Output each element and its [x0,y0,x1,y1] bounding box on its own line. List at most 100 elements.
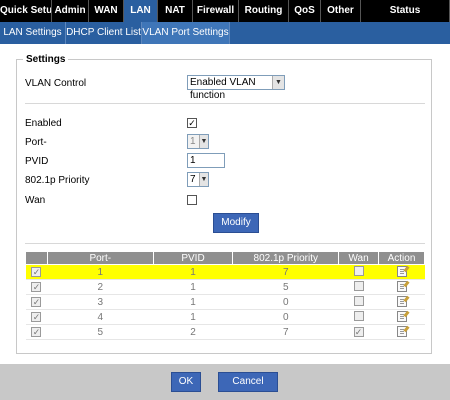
row-select-cell [25,264,48,280]
port-row: Port- 1 ▼ [25,134,425,152]
row-select-checkbox[interactable] [31,281,42,292]
pvid-row: PVID [25,153,425,171]
divider [25,103,425,104]
tab-nat[interactable]: NAT [158,0,193,22]
action-cell [378,309,425,325]
column-header-pvid: PVID [152,251,234,265]
pvid-cell: 1 [153,279,233,295]
pvid-cell: 1 [153,309,233,325]
vlan-control-label: VLAN Control [25,78,87,89]
priority-cell: 7 [232,264,339,280]
vlan-control-select[interactable]: Enabled VLAN function ▼ [187,75,285,101]
column-header-priority: 802.1p Priority [232,251,340,265]
row-select-cell [25,324,48,340]
priority-value: 7 [190,174,196,185]
pvid-input[interactable] [187,153,225,168]
wan-checkbox[interactable] [187,195,197,205]
action-cell [378,264,425,280]
wan-cell [338,309,379,325]
table-row[interactable]: 527 [25,324,425,340]
priority-row: 802.1p Priority 7 ▼ [25,172,425,190]
row-select-cell [25,279,48,295]
pvid-label: PVID [25,156,49,167]
row-wan-checkbox [353,265,364,276]
row-select-cell [25,309,48,325]
port-value: 1 [190,136,196,147]
enabled-row: Enabled [25,115,425,133]
edit-icon[interactable] [396,311,407,323]
priority-cell: 0 [232,309,339,325]
main-content: Settings VLAN Control Enabled VLAN funct… [0,44,450,364]
wan-cell [338,324,379,340]
row-wan-checkbox [353,326,364,337]
table-row[interactable]: 410 [25,309,425,325]
port-label: Port- [25,137,47,148]
edit-icon[interactable] [396,296,407,308]
sub-nav: LAN Settings DHCP Client List VLAN Port … [0,22,450,44]
table-header-row: Port- PVID 802.1p Priority Wan Action [25,251,425,265]
edit-icon[interactable] [396,266,407,278]
chevron-down-icon: ▼ [199,173,208,186]
tab-lan[interactable]: LAN [124,0,158,22]
settings-legend: Settings [26,54,66,65]
enabled-checkbox[interactable] [187,118,197,128]
port-cell: 2 [47,279,154,295]
footer-bar: OK Cancel [0,364,450,400]
tab-qos[interactable]: QoS [289,0,321,22]
top-nav: Quick Setup Admin WAN LAN NAT Firewall R… [0,0,450,22]
tab-other[interactable]: Other [321,0,361,22]
column-header-select [25,251,48,265]
priority-cell: 5 [232,279,339,295]
tab-status[interactable]: Status [361,0,450,22]
port-cell: 4 [47,309,154,325]
modify-button[interactable]: Modify [213,213,259,233]
priority-label: 802.1p Priority [25,175,90,186]
port-cell: 5 [47,324,154,340]
row-select-checkbox[interactable] [31,311,42,322]
vlan-control-row: VLAN Control Enabled VLAN function ▼ [25,75,425,101]
pvid-cell: 1 [153,264,233,280]
row-wan-checkbox [353,295,364,306]
edit-icon[interactable] [396,281,407,293]
row-select-checkbox[interactable] [31,326,42,337]
wan-cell [338,279,379,295]
column-header-wan: Wan [338,251,380,265]
row-wan-checkbox [353,310,364,321]
edit-icon[interactable] [396,326,407,338]
priority-select[interactable]: 7 ▼ [187,172,209,187]
wan-cell [338,294,379,310]
vlan-port-table: Port- PVID 802.1p Priority Wan Action 11… [25,251,425,340]
priority-cell: 7 [232,324,339,340]
row-select-checkbox[interactable] [31,296,42,307]
settings-fieldset: Settings VLAN Control Enabled VLAN funct… [16,54,432,354]
priority-cell: 0 [232,294,339,310]
subtab-lan-settings[interactable]: LAN Settings [0,22,66,44]
column-header-port: Port- [46,251,154,265]
tab-routing[interactable]: Routing [239,0,289,22]
port-cell: 1 [47,264,154,280]
tab-admin[interactable]: Admin [52,0,89,22]
action-cell [378,279,425,295]
vlan-control-value: Enabled VLAN function [190,77,256,101]
row-select-cell [25,294,48,310]
action-cell [378,324,425,340]
column-header-action: Action [378,251,425,265]
table-row[interactable]: 310 [25,294,425,310]
tab-quick-setup[interactable]: Quick Setup [0,0,52,22]
tab-firewall[interactable]: Firewall [193,0,239,22]
table-row[interactable]: 117 [25,264,425,280]
wan-label: Wan [25,195,46,206]
wan-cell [338,264,379,280]
subtab-dhcp-client-list[interactable]: DHCP Client List [66,22,142,44]
ok-button[interactable]: OK [171,372,201,392]
port-cell: 3 [47,294,154,310]
cancel-button[interactable]: Cancel [218,372,278,392]
row-select-checkbox[interactable] [31,266,42,277]
subtab-vlan-port-settings[interactable]: VLAN Port Settings [142,22,230,44]
table-row[interactable]: 215 [25,279,425,295]
tab-wan[interactable]: WAN [89,0,124,22]
action-cell [378,294,425,310]
row-wan-checkbox [353,280,364,291]
port-select[interactable]: 1 ▼ [187,134,209,149]
divider [25,243,425,244]
